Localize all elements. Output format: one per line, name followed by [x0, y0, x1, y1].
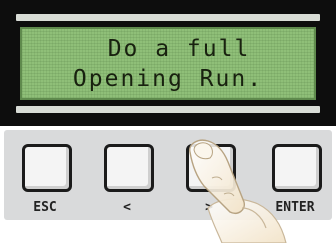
esc-button-label: ESC [33, 200, 57, 215]
lcd-screen: Do a full Opening Run. [20, 27, 316, 100]
enter-button-label: ENTER [275, 200, 315, 215]
esc-button[interactable] [20, 144, 78, 196]
right-button-face[interactable] [186, 144, 236, 192]
keypad: ESC < > ENTER [0, 126, 336, 243]
left-button[interactable] [102, 144, 160, 196]
enter-button[interactable] [270, 144, 328, 196]
enter-button-face[interactable] [272, 144, 322, 192]
left-button-label: < [123, 200, 131, 215]
right-button-label: > [205, 200, 213, 215]
lcd-line-2: Opening Run. [72, 66, 264, 92]
control-panel-illustration: Do a full Opening Run. ESC < > ENTER [0, 0, 336, 243]
lcd-line-1: Do a full [107, 36, 251, 62]
right-button[interactable] [184, 144, 242, 196]
lcd-display-module: Do a full Opening Run. [0, 0, 336, 126]
left-button-face[interactable] [104, 144, 154, 192]
lcd-top-rail [16, 14, 320, 21]
keypad-plate: ESC < > ENTER [4, 130, 332, 220]
esc-button-face[interactable] [22, 144, 72, 192]
lcd-bottom-rail [16, 106, 320, 113]
